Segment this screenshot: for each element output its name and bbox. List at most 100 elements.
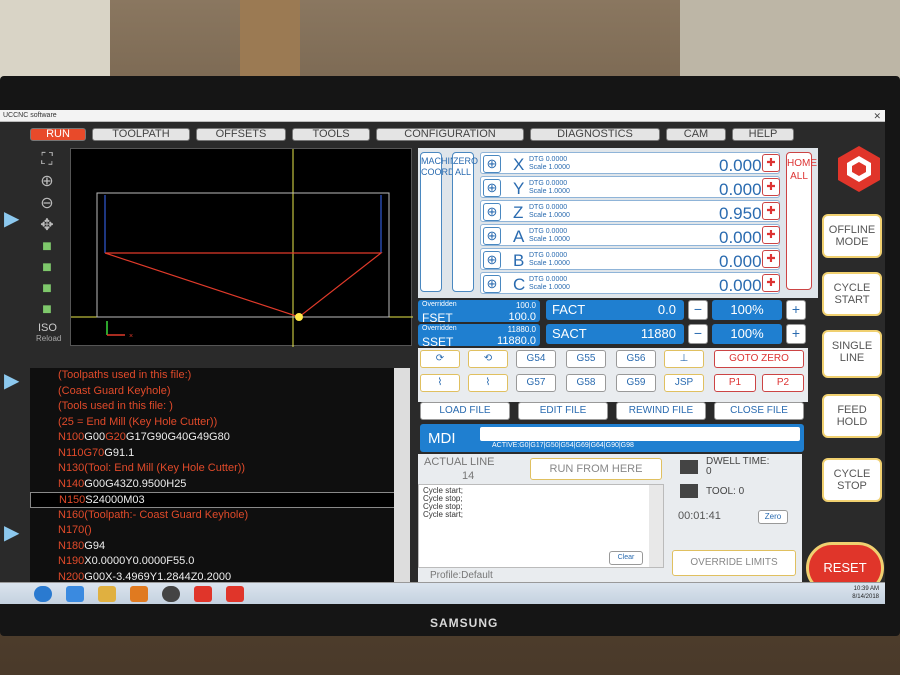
zero-axis-c-icon[interactable]: ⊕ — [483, 275, 501, 293]
home-axis-b-icon[interactable]: ✚ — [762, 250, 780, 268]
g55-button[interactable]: G55 — [566, 350, 606, 368]
override-limits-button[interactable]: OVERRIDE LIMITS — [672, 550, 796, 576]
goto-p1-button[interactable]: P1 — [714, 374, 756, 392]
timer-zero-button[interactable]: Zero — [758, 510, 788, 524]
zero-all-button[interactable]: ZERO ALL — [452, 152, 478, 292]
home-axis-c-icon[interactable]: ✚ — [762, 274, 780, 292]
feed-override-percent: 100% — [712, 300, 782, 320]
gcode-line[interactable]: N180G94 — [30, 539, 410, 555]
zero-axis-x-icon[interactable]: ⊕ — [483, 155, 501, 173]
feed-minus-button[interactable]: − — [688, 300, 708, 320]
offline-mode-button[interactable]: OFFLINE MODE — [822, 214, 882, 258]
close-file-button[interactable]: CLOSE FILE — [714, 402, 804, 420]
uccnc-taskbar-icon-2[interactable] — [226, 586, 244, 602]
tab-tools[interactable]: TOOLS — [292, 128, 370, 141]
gcode-scrollbar[interactable] — [394, 368, 410, 582]
clear-log-button[interactable]: Clear — [609, 551, 643, 565]
explorer-icon[interactable] — [98, 586, 116, 602]
g57-button[interactable]: G57 — [516, 374, 556, 392]
g56-button[interactable]: G56 — [616, 350, 656, 368]
zero-axis-b-icon[interactable]: ⊕ — [483, 251, 501, 269]
view-3d-icon[interactable]: ■ — [36, 301, 58, 321]
gcode-line[interactable]: N130(Tool: End Mill (Key Hole Cutter)) — [30, 461, 410, 477]
log-scrollbar[interactable] — [649, 485, 663, 567]
app-icon[interactable] — [162, 586, 180, 602]
ie-icon[interactable] — [66, 586, 84, 602]
goto-p2-button[interactable]: P2 — [762, 374, 804, 392]
coolant-flood-icon[interactable]: ⌇ — [420, 374, 460, 392]
spindle-ccw-icon[interactable]: ⟲ — [468, 350, 508, 368]
gcode-token: N140 — [58, 477, 85, 490]
home-axis-z-icon[interactable]: ✚ — [762, 202, 780, 220]
zoom-out-icon[interactable]: ⊖ — [35, 194, 59, 214]
fit-view-icon[interactable]: ⛶ — [35, 150, 59, 170]
pan-icon[interactable]: ✥ — [35, 216, 59, 236]
mdi-input[interactable] — [480, 427, 800, 441]
load-file-button[interactable]: LOAD FILE — [420, 402, 510, 420]
cycle-stop-button[interactable]: CYCLE STOP — [822, 458, 882, 502]
start-icon[interactable] — [34, 586, 52, 602]
view-front-icon[interactable]: ■ — [36, 259, 58, 279]
tab-toolpath[interactable]: TOOLPATH — [92, 128, 190, 141]
tab-help[interactable]: HELP — [732, 128, 794, 141]
gcode-token: N130 — [58, 462, 85, 474]
tab-run[interactable]: RUN — [30, 128, 86, 141]
tab-configuration[interactable]: CONFIGURATION — [376, 128, 524, 141]
spindle-cw-icon[interactable]: ⟳ — [420, 350, 460, 368]
run-timer: 00:01:41 — [678, 510, 721, 522]
gcode-listing[interactable]: (Toolpaths used in this file:) (Coast Gua… — [30, 368, 410, 582]
toolpath-viewport[interactable]: × — [70, 148, 413, 347]
view-side-icon[interactable]: ■ — [36, 280, 58, 300]
g54-button[interactable]: G54 — [516, 350, 556, 368]
gcode-line[interactable]: N170() — [30, 523, 410, 539]
gcode-line[interactable]: (Coast Guard Keyhole) — [30, 384, 410, 400]
feed-plus-button[interactable]: + — [786, 300, 806, 320]
edit-file-button[interactable]: EDIT FILE — [518, 402, 608, 420]
g59-button[interactable]: G59 — [616, 374, 656, 392]
view-top-icon[interactable]: ■ — [36, 238, 58, 258]
tab-offsets[interactable]: OFFSETS — [196, 128, 286, 141]
cycle-start-button[interactable]: CYCLE START — [822, 272, 882, 316]
gcode-line[interactable]: (Toolpaths used in this file:) — [30, 368, 410, 384]
jsp-button[interactable]: JSP — [664, 374, 704, 392]
gcode-line[interactable]: N190X0.0000Y0.0000F55.0 — [30, 554, 410, 570]
feed-hold-button[interactable]: FEED HOLD — [822, 394, 882, 438]
run-from-here-button[interactable]: RUN FROM HERE — [530, 458, 662, 480]
close-icon[interactable]: ✕ — [873, 110, 881, 122]
home-axis-x-icon[interactable]: ✚ — [762, 154, 780, 172]
uccnc-taskbar-icon[interactable] — [194, 586, 212, 602]
gcode-line[interactable]: N150S24000M03 — [30, 492, 410, 508]
gcode-line[interactable]: (Tools used in this file: ) — [30, 399, 410, 415]
message-log[interactable]: Cycle start; Cycle stop; Cycle stop; Cycle … — [418, 484, 664, 568]
zoom-in-icon[interactable]: ⊕ — [35, 172, 59, 192]
goto-zero-button[interactable]: GOTO ZERO — [714, 350, 804, 368]
media-icon[interactable] — [130, 586, 148, 602]
fact-label: FACT — [552, 302, 586, 317]
zero-axis-y-icon[interactable]: ⊕ — [483, 179, 501, 197]
home-all-button[interactable]: HOME ALL — [786, 152, 817, 290]
iso-button[interactable]: ISO — [38, 322, 70, 334]
speed-plus-button[interactable]: + — [786, 324, 806, 344]
gcode-line[interactable]: N160(Toolpath:- Coast Guard Keyhole) — [30, 508, 410, 524]
gcode-line[interactable]: N110G70G91.1 — [30, 446, 410, 462]
gcode-line[interactable]: N100G00G20G17G90G40G49G80 — [30, 430, 410, 446]
rewind-file-button[interactable]: REWIND FILE — [616, 402, 706, 420]
tab-cam[interactable]: CAM — [666, 128, 726, 141]
g58-button[interactable]: G58 — [566, 374, 606, 392]
zero-axis-a-icon[interactable]: ⊕ — [483, 227, 501, 245]
gcode-line[interactable]: N140G00G43Z0.9500H25 — [30, 477, 410, 493]
coolant-mist-icon[interactable]: ⌇ — [468, 374, 508, 392]
gcode-line[interactable]: N200G00X-3.4969Y1.2844Z0.2000 — [30, 570, 410, 583]
home-axis-a-icon[interactable]: ✚ — [762, 226, 780, 244]
zero-axis-z-icon[interactable]: ⊕ — [483, 203, 501, 221]
home-axis-y-icon[interactable]: ✚ — [762, 178, 780, 196]
gcode-line[interactable]: (25 = End Mill (Key Hole Cutter)) — [30, 415, 410, 431]
gcode-token: N170 — [58, 524, 85, 536]
machine-coords-toggle[interactable]: MACHINE COORDS — [420, 152, 463, 292]
probe-icon[interactable]: ⊥ — [664, 350, 704, 368]
axis-dtg: DTG 0.0000 — [529, 156, 568, 163]
tab-diagnostics[interactable]: DIAGNOSTICS — [530, 128, 660, 141]
single-line-button[interactable]: SINGLE LINE — [822, 330, 882, 378]
speed-minus-button[interactable]: − — [688, 324, 708, 344]
reload-button[interactable]: Reload — [36, 334, 70, 343]
